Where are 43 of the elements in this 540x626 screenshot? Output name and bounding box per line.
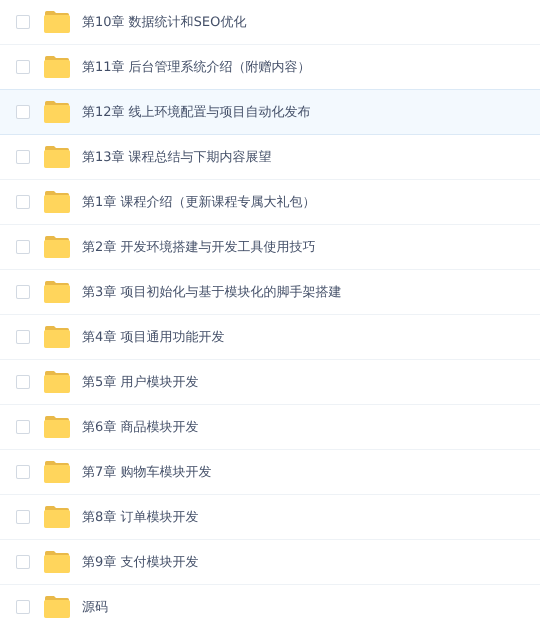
checkbox[interactable] [16,465,30,479]
checkbox[interactable] [16,60,30,74]
folder-icon [44,596,70,618]
folder-name[interactable]: 第1章 课程介绍（更新课程专属大礼包） [82,193,316,211]
folder-icon [44,281,70,303]
file-row[interactable]: 第12章 线上环境配置与项目自动化发布 [0,89,540,135]
folder-name[interactable]: 第10章 数据统计和SEO优化 [82,13,246,31]
folder-name[interactable]: 第11章 后台管理系统介绍（附赠内容） [82,58,311,76]
folder-name[interactable]: 源码 [82,598,108,616]
folder-icon [44,461,70,483]
folder-name[interactable]: 第3章 项目初始化与基于模块化的脚手架搭建 [82,283,342,301]
folder-icon [44,56,70,78]
checkbox[interactable] [16,375,30,389]
folder-name[interactable]: 第2章 开发环境搭建与开发工具使用技巧 [82,238,316,256]
folder-name[interactable]: 第9章 支付模块开发 [82,553,198,571]
folder-name[interactable]: 第4章 项目通用功能开发 [82,328,224,346]
folder-icon [44,326,70,348]
checkbox[interactable] [16,150,30,164]
folder-icon [44,551,70,573]
folder-name[interactable]: 第5章 用户模块开发 [82,373,198,391]
folder-icon [44,416,70,438]
folder-name[interactable]: 第12章 线上环境配置与项目自动化发布 [82,103,311,121]
folder-icon [44,371,70,393]
folder-icon [44,236,70,258]
folder-name[interactable]: 第6章 商品模块开发 [82,418,198,436]
checkbox[interactable] [16,420,30,434]
folder-icon [44,506,70,528]
folder-icon [44,146,70,168]
folder-name[interactable]: 第7章 购物车模块开发 [82,463,212,481]
checkbox[interactable] [16,15,30,29]
folder-icon [44,191,70,213]
checkbox[interactable] [16,330,30,344]
folder-icon [44,11,70,33]
checkbox[interactable] [16,240,30,254]
folder-icon [44,101,70,123]
checkbox[interactable] [16,285,30,299]
folder-name[interactable]: 第13章 课程总结与下期内容展望 [82,148,272,166]
checkbox[interactable] [16,600,30,614]
folder-name[interactable]: 第8章 订单模块开发 [82,508,198,526]
checkbox[interactable] [16,555,30,569]
checkbox[interactable] [16,510,30,524]
checkbox[interactable] [16,105,30,119]
checkbox[interactable] [16,195,30,209]
